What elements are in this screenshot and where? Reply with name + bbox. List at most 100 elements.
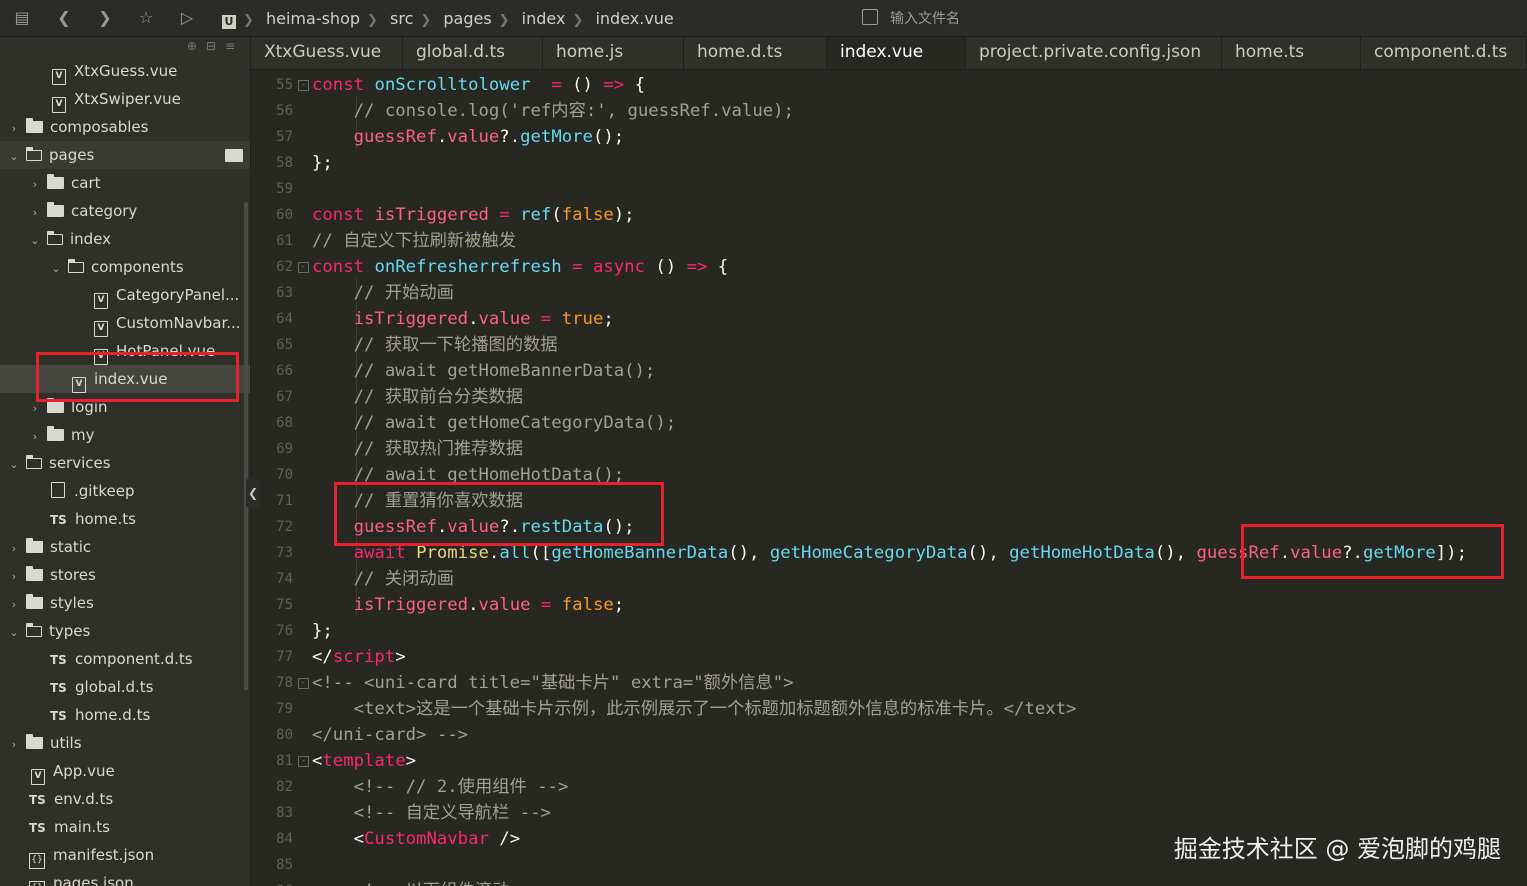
chevron-down-icon[interactable]: ⌄: [8, 619, 20, 647]
code-line[interactable]: <!-- 自定义导航栏 -->: [312, 800, 551, 826]
tree-item[interactable]: ⌄ services: [0, 449, 250, 479]
tree-item[interactable]: › my: [0, 421, 250, 451]
save-icon[interactable]: ▤: [12, 8, 32, 28]
code-line[interactable]: const isTriggered = ref(false);: [312, 202, 635, 228]
chevron-right-icon[interactable]: ›: [8, 115, 20, 143]
tree-item[interactable]: ⌄ components: [0, 253, 250, 283]
code-line[interactable]: // await getHomeHotData();: [312, 462, 625, 488]
chevron-right-icon[interactable]: ›: [29, 199, 41, 227]
back-icon[interactable]: ❮: [54, 8, 74, 28]
tree-item[interactable]: TS home.ts: [0, 505, 250, 533]
collapse-all-icon[interactable]: ⊟: [206, 39, 225, 53]
tab-project-private-config-json[interactable]: project.private.config.json: [966, 37, 1222, 69]
code-line[interactable]: <!-- // 2.使用组件 -->: [312, 774, 569, 800]
tree-item[interactable]: TS home.d.ts: [0, 701, 250, 729]
tree-item[interactable]: V XtxGuess.vue: [0, 57, 250, 85]
breadcrumb-item[interactable]: heima-shop: [266, 9, 360, 28]
code-line[interactable]: <template>: [312, 748, 416, 774]
breadcrumb-item[interactable]: pages: [443, 9, 491, 28]
forward-icon[interactable]: ❯: [95, 8, 115, 28]
tree-item[interactable]: › styles: [0, 589, 250, 617]
chevron-right-icon[interactable]: ›: [8, 731, 20, 759]
chevron-right-icon[interactable]: ›: [8, 535, 20, 563]
code-line[interactable]: // 重置猜你喜欢数据: [312, 488, 523, 514]
tab-xtxguess-vue[interactable]: XtxGuess.vue: [251, 37, 403, 69]
fold-toggle-icon[interactable]: -: [298, 678, 309, 689]
code-line[interactable]: };: [312, 150, 333, 176]
fold-toggle-icon[interactable]: -: [298, 756, 309, 767]
tab-home-d-ts[interactable]: home.d.ts: [684, 37, 827, 69]
chevron-down-icon[interactable]: ⌄: [8, 451, 20, 479]
collapse-sidebar-button[interactable]: ❮: [246, 478, 260, 508]
tree-item[interactable]: TS main.ts: [0, 813, 250, 841]
tree-item[interactable]: TS component.d.ts: [0, 645, 250, 673]
fold-toggle-icon[interactable]: -: [298, 80, 309, 91]
tab-index-vue[interactable]: index.vue: [827, 37, 966, 69]
tree-item[interactable]: V HotPanel.vue: [0, 337, 250, 365]
tree-item[interactable]: TS env.d.ts: [0, 785, 250, 813]
tree-item[interactable]: › composables: [0, 113, 250, 143]
tree-item[interactable]: › stores: [0, 561, 250, 591]
code-line[interactable]: // 关闭动画: [312, 566, 454, 592]
chevron-down-icon[interactable]: ⌄: [8, 143, 20, 171]
code-editor[interactable]: 55- const onScrolltolower = () => {56 // …: [251, 70, 1527, 886]
tree-item[interactable]: {} pages.json: [0, 869, 250, 886]
chevron-right-icon[interactable]: ›: [29, 171, 41, 199]
code-line[interactable]: // 开始动画: [312, 280, 454, 306]
code-line[interactable]: guessRef.value?.getMore();: [312, 124, 625, 150]
breadcrumb-item[interactable]: src: [390, 9, 413, 28]
code-line[interactable]: isTriggered.value = true;: [312, 306, 614, 332]
code-line[interactable]: isTriggered.value = false;: [312, 592, 625, 618]
tab-component-d-ts[interactable]: component.d.ts: [1361, 37, 1527, 69]
code-line[interactable]: <!-- <uni-card title="基础卡片" extra="额外信息"…: [312, 670, 794, 696]
breadcrumb-item[interactable]: index: [522, 9, 566, 28]
chevron-right-icon[interactable]: ›: [29, 423, 41, 451]
code-line[interactable]: await Promise.all([getHomeBannerData(), …: [312, 540, 1467, 566]
tree-item[interactable]: V CustomNavbar...: [0, 309, 250, 337]
code-line[interactable]: // console.log('ref内容:', guessRef.value)…: [312, 98, 794, 124]
code-line[interactable]: <CustomNavbar />: [312, 826, 521, 852]
code-line[interactable]: // 获取热门推荐数据: [312, 436, 523, 462]
tree-item[interactable]: ⌄ index: [0, 225, 250, 255]
chevron-down-icon[interactable]: ⌄: [29, 227, 41, 255]
code-line[interactable]: // await getHomeBannerData();: [312, 358, 656, 384]
code-line[interactable]: const onScrolltolower = () => {: [312, 72, 645, 98]
code-line[interactable]: <text>这是一个基础卡片示例，此示例展示了一个标题加标题额外信息的标准卡片。…: [312, 696, 1077, 722]
code-line[interactable]: };: [312, 618, 333, 644]
menu-icon[interactable]: ≡: [225, 39, 244, 53]
breadcrumb-item[interactable]: index.vue: [595, 9, 673, 28]
code-line[interactable]: // await getHomeCategoryData();: [312, 410, 677, 436]
tree-item[interactable]: TS global.d.ts: [0, 673, 250, 701]
tree-item[interactable]: V CategoryPanel...: [0, 281, 250, 309]
locate-icon[interactable]: ⊕: [187, 39, 206, 53]
run-icon[interactable]: ▷: [177, 8, 197, 28]
tree-item[interactable]: › login: [0, 393, 250, 423]
fold-toggle-icon[interactable]: -: [298, 262, 309, 273]
code-line[interactable]: <!-- 以下组件滚动: [312, 878, 510, 886]
chevron-right-icon[interactable]: ›: [29, 395, 41, 423]
tree-item[interactable]: Vindex.vue: [0, 365, 250, 393]
star-icon[interactable]: ☆: [136, 8, 156, 28]
tab-global-d-ts[interactable]: global.d.ts: [403, 37, 543, 69]
tree-item[interactable]: › cart: [0, 169, 250, 199]
new-folder-icon[interactable]: [225, 149, 243, 162]
tree-item[interactable]: .gitkeep: [0, 477, 250, 505]
file-search-input[interactable]: 输入文件名: [862, 0, 960, 36]
tab-home-js[interactable]: home.js: [543, 37, 684, 69]
tree-item[interactable]: › static: [0, 533, 250, 563]
code-line[interactable]: </script>: [312, 644, 406, 670]
tree-item[interactable]: ⌄ pages: [0, 141, 250, 171]
code-line[interactable]: // 获取前台分类数据: [312, 384, 523, 410]
code-line[interactable]: // 自定义下拉刷新被触发: [312, 228, 516, 254]
tree-item[interactable]: V App.vue: [0, 757, 250, 785]
code-line[interactable]: const onRefresherrefresh = async () => {: [312, 254, 728, 280]
code-line[interactable]: // 获取一下轮播图的数据: [312, 332, 558, 358]
tree-item[interactable]: › category: [0, 197, 250, 227]
tab-home-ts[interactable]: home.ts: [1222, 37, 1361, 69]
tree-item[interactable]: V XtxSwiper.vue: [0, 85, 250, 113]
tree-item[interactable]: {} manifest.json: [0, 841, 250, 869]
chevron-right-icon[interactable]: ›: [8, 563, 20, 591]
tree-item[interactable]: › utils: [0, 729, 250, 759]
sidebar-scrollbar[interactable]: [244, 202, 248, 690]
chevron-down-icon[interactable]: ⌄: [50, 255, 62, 283]
